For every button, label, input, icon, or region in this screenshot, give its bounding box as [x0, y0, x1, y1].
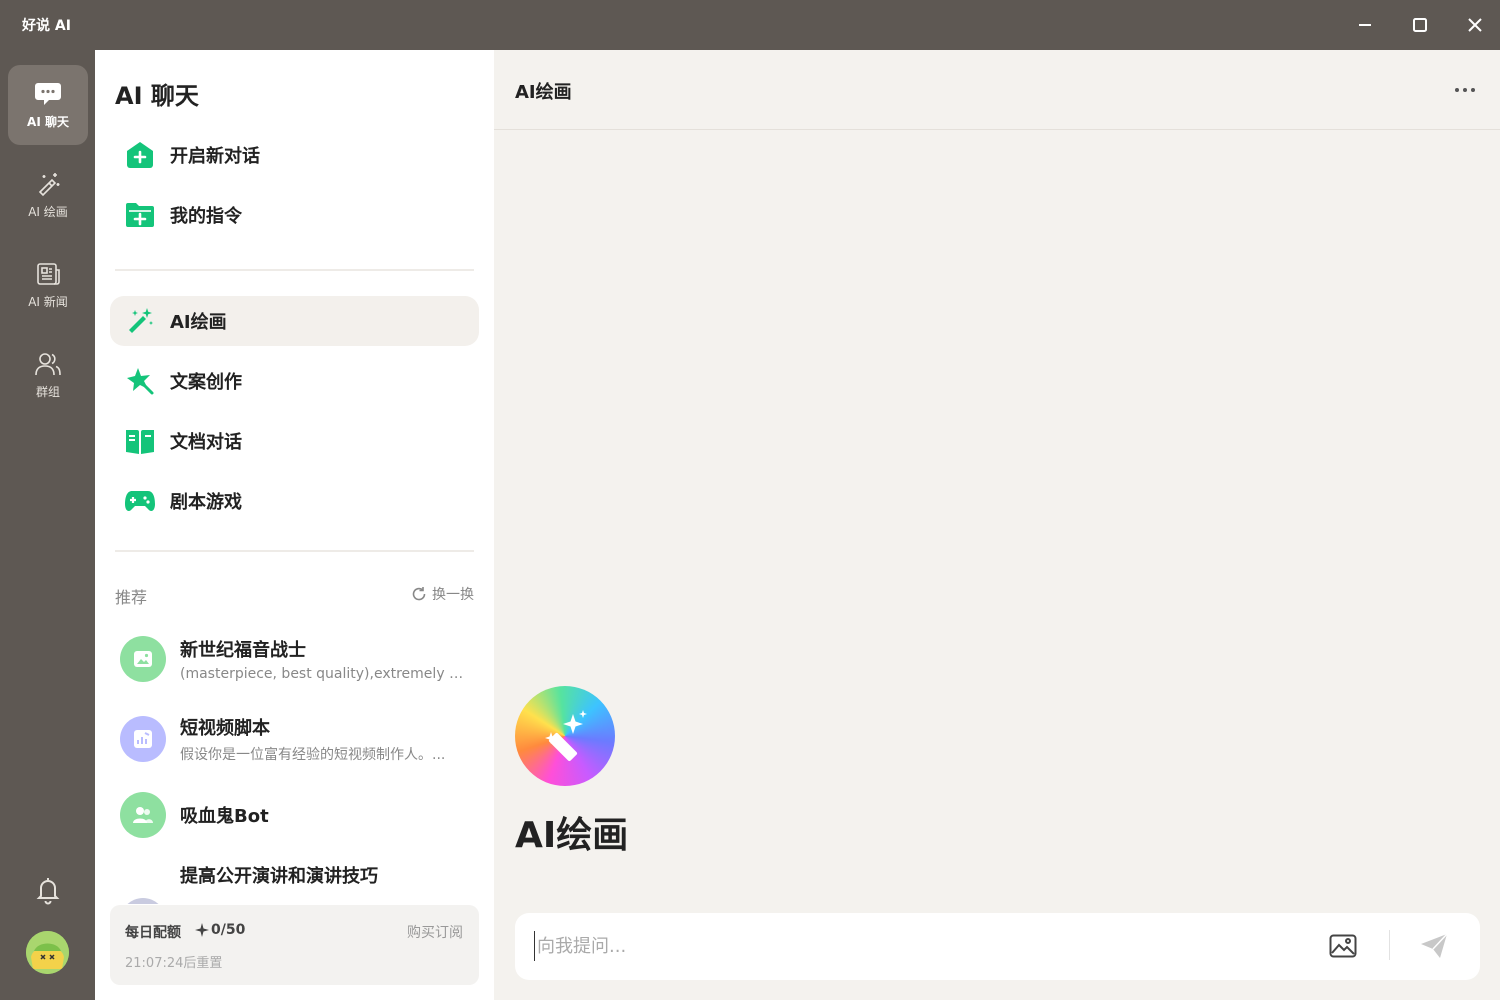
close-icon [1468, 18, 1482, 32]
chat-bubble-icon [35, 82, 61, 105]
maximize-icon [1413, 18, 1427, 32]
menu-item-label: 文案创作 [170, 372, 242, 393]
tool-document-chat[interactable]: 文档对话 [110, 416, 479, 466]
tool-ai-painting[interactable]: AI绘画 [110, 296, 479, 346]
send-button[interactable] [1417, 929, 1451, 963]
minimize-button[interactable] [1350, 10, 1380, 40]
magic-wand-icon [545, 710, 587, 762]
prompt-input[interactable] [534, 931, 1294, 961]
refresh-icon [412, 587, 426, 601]
newspaper-icon [37, 262, 60, 285]
rail-item-ai-news[interactable]: AI 新闻 [8, 245, 88, 325]
image-upload-icon [1329, 934, 1357, 958]
magic-wand-icon [129, 308, 153, 333]
recommend-avatar [120, 716, 166, 762]
avatar-face-icon [26, 931, 69, 974]
rail-item-group[interactable]: 群组 [8, 335, 88, 415]
hero-name: AI绘画 [515, 815, 629, 856]
image-icon [134, 651, 152, 667]
refresh-button[interactable]: 换一换 [411, 584, 474, 604]
rail-item-label: AI 聊天 [27, 114, 69, 129]
recommend-desc: (masterpiece, best quality),extremely de… [180, 666, 470, 682]
quota-count-value: 0/50 [211, 922, 246, 938]
recommend-name: 新世纪福音战士 [180, 640, 306, 661]
notification-button[interactable] [33, 875, 63, 905]
main-area: AI绘画 AI绘画 [494, 50, 1500, 1000]
more-dots-icon [1455, 88, 1475, 92]
quota-label: 每日配额 [125, 925, 181, 941]
recommend-desc: 假设你是一位富有经验的短视频制作人。... [180, 747, 446, 763]
daily-quota-card: 每日配额 0/50 购买订阅 21:07:24后重置 [110, 905, 479, 985]
rail-item-label: AI 新闻 [28, 294, 68, 309]
panel-title: AI 聊天 [115, 82, 199, 110]
folder-add-icon [126, 203, 154, 227]
refresh-label: 换一换 [432, 587, 474, 603]
chat-panel: AI 聊天 开启新对话 我的指令 AI绘画 文案创作 文档对话 剧本游戏 推荐 … [95, 50, 494, 1000]
title-bar: 好说 AI [0, 0, 1500, 50]
app-title: 好说 AI [22, 18, 71, 34]
rail-item-ai-chat[interactable]: AI 聊天 [8, 65, 88, 145]
menu-item-label: 剧本游戏 [170, 492, 242, 513]
people-icon [133, 807, 153, 823]
menu-item-label: 文档对话 [170, 432, 242, 453]
group-icon [35, 352, 61, 375]
rail-item-ai-painting[interactable]: AI 绘画 [8, 155, 88, 235]
quota-count: 0/50 [195, 922, 245, 938]
composer-separator [1389, 930, 1390, 960]
composer [515, 913, 1480, 980]
send-icon [1421, 933, 1448, 958]
recommend-item[interactable]: 吸血鬼Bot [110, 780, 479, 850]
menu-item-label: 我的指令 [170, 206, 242, 227]
user-avatar[interactable] [26, 931, 69, 974]
buy-subscription-link[interactable]: 购买订阅 [407, 922, 463, 942]
recommend-name: 吸血鬼Bot [180, 806, 269, 827]
recommend-name: 提高公开演讲和演讲技巧 [180, 866, 378, 887]
ai-painting-logo [515, 686, 615, 786]
recommend-title: 推荐 [115, 588, 148, 607]
my-prompts-button[interactable]: 我的指令 [110, 190, 479, 240]
more-options-button[interactable] [1450, 75, 1480, 105]
tool-script-game[interactable]: 剧本游戏 [110, 476, 479, 526]
maximize-button[interactable] [1405, 10, 1435, 40]
menu-item-label: AI绘画 [170, 312, 227, 333]
gamepad-icon [125, 491, 155, 512]
divider [115, 550, 474, 552]
magic-wand-icon [38, 172, 60, 196]
minimize-icon [1359, 24, 1371, 26]
image-upload-button[interactable] [1327, 930, 1359, 962]
sparkle-icon [195, 923, 209, 937]
recommend-avatar [120, 636, 166, 682]
nav-rail: AI 聊天 AI 绘画 AI 新闻 群组 [0, 50, 95, 1000]
divider [115, 269, 474, 271]
bell-icon [36, 878, 60, 905]
recommend-item[interactable]: 短视频脚本 假设你是一位富有经验的短视频制作人。... [110, 704, 479, 774]
new-chat-icon [127, 142, 153, 168]
new-chat-button[interactable]: 开启新对话 [110, 130, 479, 180]
recommend-list: 新世纪福音战士 (masterpiece, best quality),extr… [95, 620, 494, 904]
chart-icon [134, 730, 152, 748]
menu-item-label: 开启新对话 [170, 146, 260, 167]
tool-copywriting[interactable]: 文案创作 [110, 356, 479, 406]
book-icon [126, 430, 154, 454]
quota-reset-text: 21:07:24后重置 [125, 956, 223, 971]
recommend-name: 短视频脚本 [180, 718, 270, 739]
close-button[interactable] [1460, 10, 1490, 40]
recommend-item[interactable]: 新世纪福音战士 (masterpiece, best quality),extr… [110, 624, 479, 694]
recommend-avatar [120, 792, 166, 838]
main-header: AI绘画 [494, 50, 1500, 130]
recommend-avatar [120, 898, 166, 904]
rail-item-label: 群组 [35, 384, 60, 399]
main-title: AI绘画 [515, 82, 572, 103]
star-burst-icon [127, 368, 154, 395]
recommend-item[interactable]: 提高公开演讲和演讲技巧 [110, 852, 479, 904]
rail-item-label: AI 绘画 [28, 204, 68, 219]
